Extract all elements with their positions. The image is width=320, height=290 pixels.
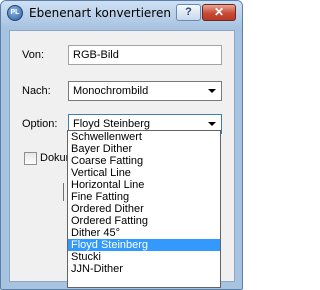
dropdown-option[interactable]: Stucki — [68, 251, 220, 263]
window-title: Ebenenart konvertieren — [29, 6, 171, 20]
to-label: Nach: — [22, 85, 51, 97]
dropdown-option[interactable]: Vertical Line — [68, 167, 220, 179]
dropdown-option[interactable]: Ordered Dither — [68, 203, 220, 215]
dropdown-option-selected[interactable]: Floyd Steinberg — [68, 239, 220, 251]
chevron-down-icon — [208, 89, 216, 93]
document-checkbox[interactable] — [24, 152, 37, 165]
option-dropdown-list[interactable]: Schwellenwert Bayer Dither Coarse Fattin… — [67, 130, 221, 288]
help-button[interactable]: ? — [176, 4, 201, 21]
from-field: RGB-Bild — [68, 45, 222, 65]
chevron-down-icon — [208, 122, 216, 126]
option-label: Option: — [22, 118, 58, 130]
dropdown-option[interactable]: Fine Fatting — [68, 191, 220, 203]
dropdown-option[interactable]: Dither 45° — [68, 227, 220, 239]
dropdown-option[interactable]: Horizontal Line — [68, 179, 220, 191]
to-select-value: Monochrombild — [73, 85, 149, 97]
dropdown-option[interactable]: Ordered Fatting — [68, 215, 220, 227]
app-icon: PL — [7, 5, 23, 21]
title-bar[interactable]: PL Ebenenart konvertieren ? ✕ — [1, 1, 242, 27]
close-button[interactable]: ✕ — [202, 4, 236, 21]
dropdown-option[interactable]: Bayer Dither — [68, 143, 220, 155]
to-select[interactable]: Monochrombild — [68, 81, 222, 101]
from-label: Von: — [22, 49, 45, 61]
dropdown-option[interactable]: JJN-Dither — [68, 263, 220, 275]
dropdown-option[interactable]: Coarse Fatting — [68, 155, 220, 167]
option-select-value: Floyd Steinberg — [73, 118, 151, 130]
dropdown-option[interactable]: Schwellenwert — [68, 131, 220, 143]
